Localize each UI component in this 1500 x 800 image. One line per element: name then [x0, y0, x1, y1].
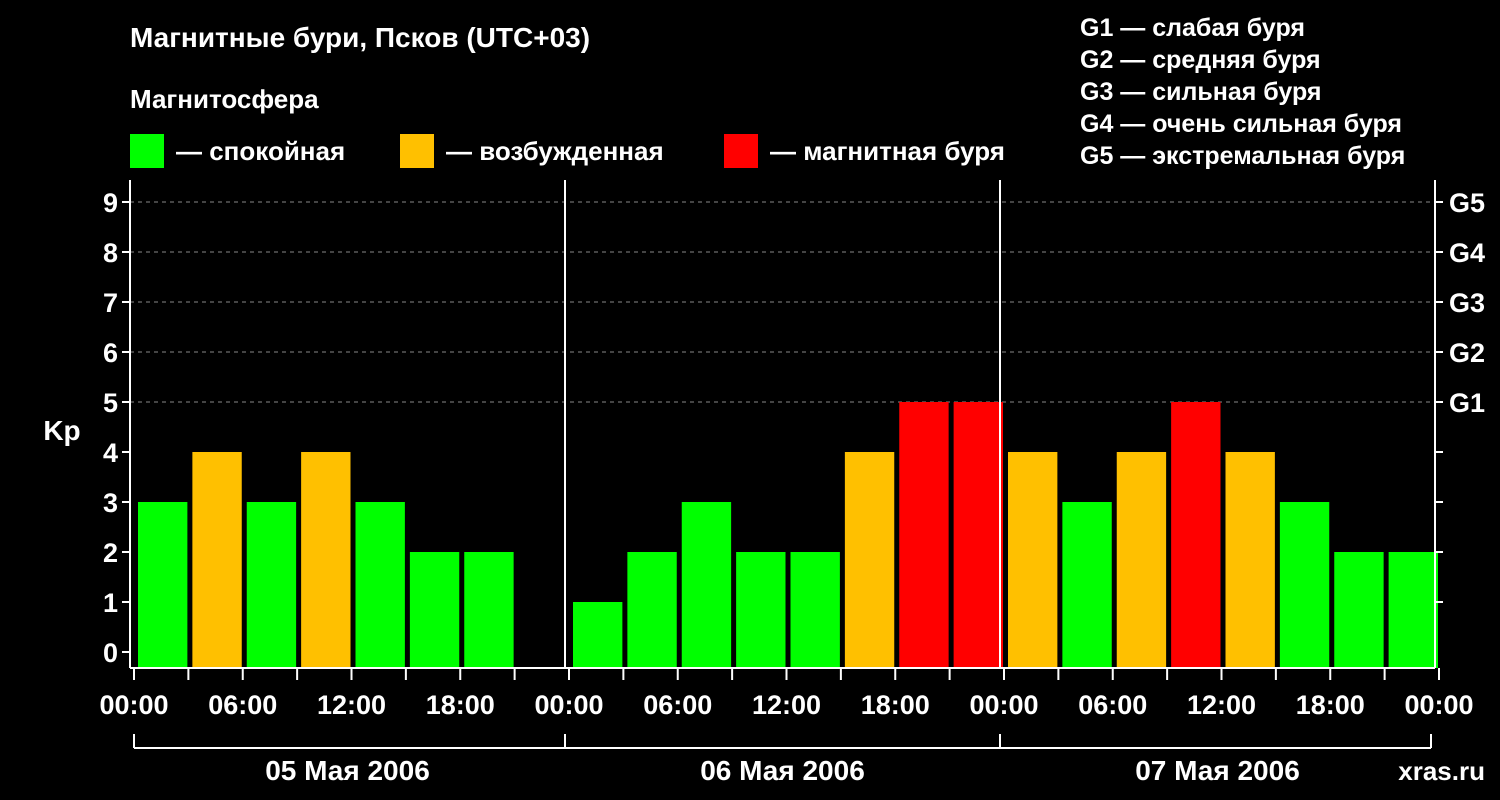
- day-label: 07 Мая 2006: [1135, 755, 1300, 786]
- x-tick-label: 12:00: [1187, 690, 1256, 720]
- kp-bar: [1279, 502, 1330, 668]
- kp-bar-chart: 0 1 2 3 4 5 6 7 8 9 Kp G1 G2 G3 G4 G5 00:00 06:00 12:00 18:…: [43, 180, 1485, 786]
- x-tick-label: 00:00: [534, 690, 603, 720]
- storm-level-label: G1: [1449, 388, 1485, 418]
- y-tick-label: 3: [103, 488, 118, 518]
- x-tick-label: 00:00: [969, 690, 1038, 720]
- kp-bar: [790, 552, 840, 668]
- y-tick-label: 7: [103, 288, 118, 318]
- day-label: 05 Мая 2006: [265, 755, 430, 786]
- y-tick-label: 2: [103, 538, 118, 568]
- x-tick-label: 18:00: [1296, 690, 1365, 720]
- kp-bar: [1225, 452, 1275, 668]
- kp-bar: [1062, 502, 1112, 668]
- x-tick-label: 18:00: [426, 690, 495, 720]
- kp-bar: [953, 402, 1003, 668]
- x-tick-label: 12:00: [317, 690, 386, 720]
- watermark: xras.ru: [1398, 756, 1485, 786]
- x-tick-label: 12:00: [752, 690, 821, 720]
- kp-bar: [844, 452, 895, 668]
- kp-bar: [627, 552, 677, 668]
- x-tick-label: 00:00: [1404, 690, 1473, 720]
- y-axis-title: Kp: [43, 415, 80, 446]
- x-tick-label: 18:00: [861, 690, 930, 720]
- kp-bar: [899, 402, 949, 668]
- storm-level-label: G5: [1449, 188, 1485, 218]
- y-tick-label: 4: [103, 438, 118, 468]
- kp-bar: [192, 452, 242, 668]
- kp-bar: [1008, 452, 1058, 668]
- kp-bar: [301, 452, 351, 668]
- y-tick-label: 5: [103, 388, 118, 418]
- kp-bar: [355, 502, 405, 668]
- kp-bar: [736, 552, 786, 668]
- y-tick-label: 6: [103, 338, 118, 368]
- kp-bar: [138, 502, 188, 668]
- day-label: 06 Мая 2006: [700, 755, 865, 786]
- y-tick-label: 9: [103, 188, 118, 218]
- kp-bar: [573, 602, 623, 668]
- kp-bar: [681, 502, 732, 668]
- storm-level-label: G3: [1449, 288, 1485, 318]
- kp-bar: [464, 552, 514, 668]
- storm-level-label: G4: [1449, 238, 1485, 268]
- kp-bar: [409, 552, 460, 668]
- x-tick-label: 00:00: [99, 690, 168, 720]
- y-tick-label: 0: [103, 638, 118, 668]
- x-tick-label: 06:00: [208, 690, 277, 720]
- x-tick-label: 06:00: [643, 690, 712, 720]
- kp-bar: [1388, 552, 1438, 668]
- y-tick-label: 1: [103, 588, 118, 618]
- kp-bar: [1334, 552, 1384, 668]
- y-tick-label: 8: [103, 238, 118, 268]
- storm-level-label: G2: [1449, 338, 1485, 368]
- kp-bar: [1116, 452, 1167, 668]
- x-tick-label: 06:00: [1078, 690, 1147, 720]
- kp-bar: [1171, 402, 1221, 668]
- kp-bar: [246, 502, 297, 668]
